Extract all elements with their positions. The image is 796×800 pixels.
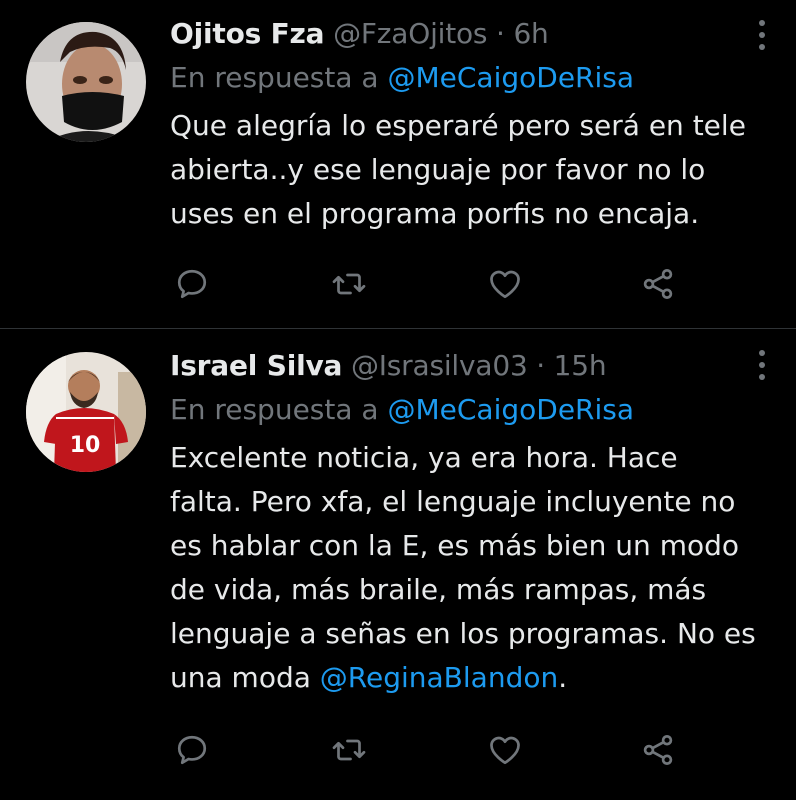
reply-mention-link[interactable]: @MeCaigoDeRisa bbox=[387, 393, 634, 426]
mention-link[interactable]: @ReginaBlandon bbox=[320, 661, 558, 694]
tweet-actions bbox=[170, 728, 680, 772]
like-icon bbox=[490, 736, 520, 765]
reply-icon bbox=[177, 735, 207, 765]
svg-text:10: 10 bbox=[70, 433, 101, 458]
separator: · bbox=[536, 349, 545, 382]
tweet[interactable]: 10 Israel Silva @Israsilva03 · 15h En re… bbox=[0, 0, 796, 765]
more-icon[interactable] bbox=[758, 350, 766, 384]
retweet-button[interactable] bbox=[327, 728, 371, 772]
tweet-header: Israel Silva @Israsilva03 · 15h bbox=[170, 346, 756, 386]
tweet-text: Excelente noticia, ya era hora. Hace fal… bbox=[170, 436, 756, 700]
reply-button[interactable] bbox=[170, 728, 214, 772]
timestamp[interactable]: 15h bbox=[554, 349, 607, 382]
user-handle[interactable]: @Israsilva03 bbox=[351, 349, 528, 382]
share-icon bbox=[643, 735, 673, 765]
avatar[interactable]: 10 bbox=[26, 352, 146, 472]
reply-prefix: En respuesta a bbox=[170, 393, 379, 426]
reply-context: En respuesta a @MeCaigoDeRisa bbox=[170, 390, 756, 430]
tweet-text-content: Excelente noticia, ya era hora. Hace fal… bbox=[170, 441, 756, 694]
tweet-text-end: . bbox=[558, 661, 568, 694]
retweet-icon bbox=[332, 739, 366, 761]
share-button[interactable] bbox=[636, 728, 680, 772]
display-name[interactable]: Israel Silva bbox=[170, 349, 342, 382]
like-button[interactable] bbox=[483, 728, 527, 772]
